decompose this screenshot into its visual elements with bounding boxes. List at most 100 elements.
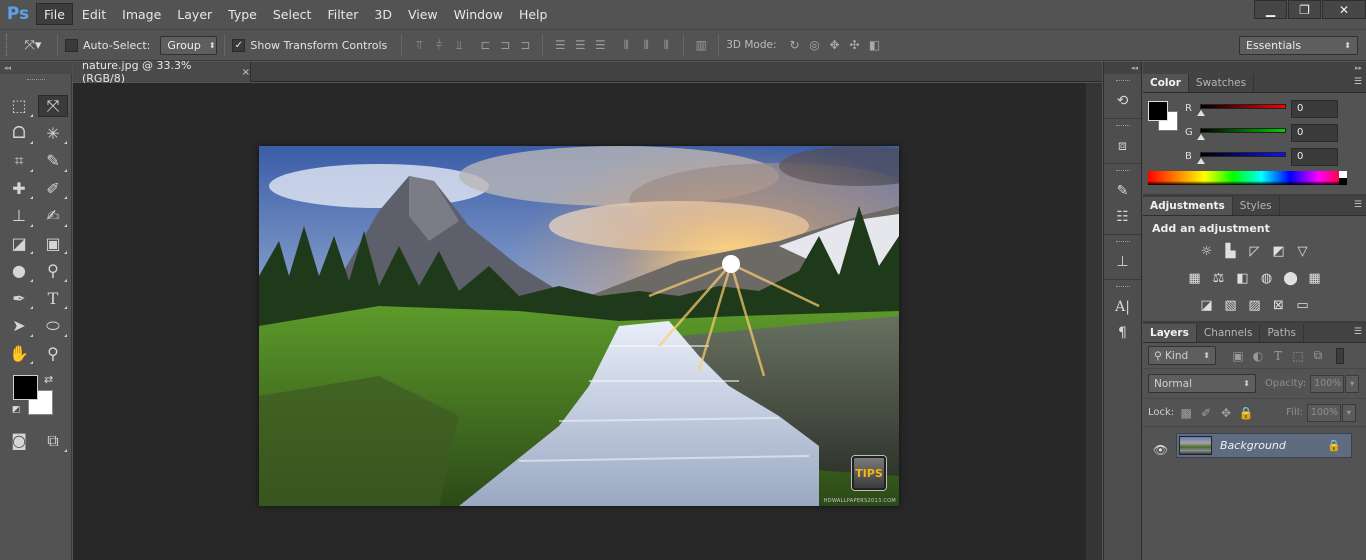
pen-tool-icon[interactable]: ✒ xyxy=(2,285,36,313)
document-tab[interactable]: nature.jpg @ 33.3% (RGB/8) × xyxy=(73,59,251,85)
brush-presets-icon[interactable]: ☷ xyxy=(1104,204,1141,230)
hand-tool-icon[interactable]: ✋ xyxy=(2,340,36,368)
screen-mode-icon[interactable]: ⧉ xyxy=(36,427,70,455)
curves-icon[interactable]: ◸ xyxy=(1243,242,1267,262)
brightness-contrast-icon[interactable]: ☼ xyxy=(1195,242,1219,262)
auto-select-checkbox[interactable] xyxy=(65,38,78,52)
dock-collapse-button[interactable]: ◂◂ xyxy=(1104,62,1141,74)
visibility-eye-icon[interactable]: 👁 xyxy=(1153,443,1168,457)
document-image[interactable]: TIPS HDWALLPAPERS2013.COM xyxy=(259,146,899,506)
show-transform-checkbox[interactable]: ✓ xyxy=(232,38,246,52)
move-tool-icon[interactable]: ⤧ xyxy=(38,94,68,117)
green-slider[interactable] xyxy=(1200,128,1286,133)
channel-mixer-icon[interactable]: ⬤ xyxy=(1279,269,1303,289)
brush-tool-icon[interactable]: ✐ xyxy=(36,175,70,203)
lock-transparent-icon[interactable]: ▩ xyxy=(1176,403,1196,423)
gradient-map-icon[interactable]: ▭ xyxy=(1291,296,1315,316)
clone-source-icon[interactable]: ⊥ xyxy=(1104,249,1141,275)
auto-align-icon[interactable]: ▥ xyxy=(691,35,711,55)
options-grip[interactable] xyxy=(6,34,10,56)
zoom-tool-icon[interactable]: ⚲ xyxy=(36,340,70,368)
healing-brush-tool-icon[interactable]: ✚ xyxy=(2,175,36,203)
green-slider-thumb[interactable] xyxy=(1197,134,1205,140)
color-balance-icon[interactable]: ⚖ xyxy=(1207,269,1231,289)
layer-row-background[interactable]: Background 🔒 xyxy=(1176,433,1352,458)
distribute-hcenter-icon[interactable]: ⫴ xyxy=(636,35,656,55)
tab-styles[interactable]: Styles xyxy=(1233,197,1280,215)
tab-color[interactable]: Color xyxy=(1143,74,1189,92)
3d-panel-icon[interactable]: ⧈ xyxy=(1104,133,1141,159)
fill-input[interactable]: 100% xyxy=(1306,403,1341,422)
distribute-left-icon[interactable]: ⫴ xyxy=(616,35,636,55)
tab-paths[interactable]: Paths xyxy=(1260,324,1304,342)
fill-dropdown-arrow-icon[interactable]: ▾ xyxy=(1341,403,1356,422)
threshold-icon[interactable]: ▨ xyxy=(1243,296,1267,316)
tab-layers[interactable]: Layers xyxy=(1143,324,1197,342)
eraser-tool-icon[interactable]: ◪ xyxy=(2,230,36,258)
distribute-bottom-icon[interactable]: ☰ xyxy=(590,35,610,55)
opacity-input[interactable]: 100% xyxy=(1310,374,1345,393)
quick-mask-icon[interactable]: ◙ xyxy=(2,427,36,455)
align-vcenter-icon[interactable]: ⫩ xyxy=(429,35,449,55)
invert-icon[interactable]: ◪ xyxy=(1195,296,1219,316)
dock-grip[interactable] xyxy=(1115,170,1130,172)
move-tool-preset-icon[interactable]: ⤧▾ xyxy=(16,35,50,55)
path-selection-tool-icon[interactable]: ➤ xyxy=(2,312,36,340)
tab-channels[interactable]: Channels xyxy=(1197,324,1261,342)
menu-help[interactable]: Help xyxy=(512,3,555,25)
workspace-dropdown[interactable]: Essentials ⬍ xyxy=(1239,36,1358,55)
history-panel-icon[interactable]: ⟲ xyxy=(1104,88,1141,114)
ellipse-tool-icon[interactable]: ⬭ xyxy=(36,312,70,340)
close-button[interactable]: ✕ xyxy=(1322,0,1366,19)
hue-saturation-icon[interactable]: ▦ xyxy=(1183,269,1207,289)
color-spectrum[interactable] xyxy=(1148,171,1347,185)
panel-menu-icon[interactable]: ☰ xyxy=(1354,200,1362,210)
align-bottom-icon[interactable]: ⫫ xyxy=(449,35,469,55)
tab-swatches[interactable]: Swatches xyxy=(1189,74,1255,92)
toolbar-grip[interactable] xyxy=(27,79,45,81)
vibrance-icon[interactable]: ▽ xyxy=(1291,242,1315,262)
color-lookup-icon[interactable]: ▦ xyxy=(1303,269,1327,289)
lock-image-icon[interactable]: ✐ xyxy=(1196,403,1216,423)
menu-3d[interactable]: 3D xyxy=(367,3,399,25)
distribute-vcenter-icon[interactable]: ☰ xyxy=(570,35,590,55)
levels-icon[interactable]: ▙ xyxy=(1219,242,1243,262)
blue-slider[interactable] xyxy=(1200,152,1286,157)
dock-grip[interactable] xyxy=(1115,286,1130,288)
default-colors-icon[interactable]: ◩ xyxy=(12,405,21,415)
3d-rotate-icon[interactable]: ↻ xyxy=(785,35,805,55)
filter-shape-icon[interactable]: ⬚ xyxy=(1288,346,1308,366)
black-white-ramp[interactable] xyxy=(1339,171,1347,185)
filter-pixel-icon[interactable]: ▣ xyxy=(1228,346,1248,366)
red-slider[interactable] xyxy=(1200,104,1286,109)
character-panel-icon[interactable]: A| xyxy=(1104,294,1141,320)
filter-type-icon[interactable]: T xyxy=(1268,346,1288,366)
align-left-icon[interactable]: ⊏ xyxy=(475,35,495,55)
menu-edit[interactable]: Edit xyxy=(75,3,113,25)
tab-close-icon[interactable]: × xyxy=(242,67,250,78)
blue-slider-thumb[interactable] xyxy=(1197,158,1205,164)
layer-filter-dropdown[interactable]: ⚲ Kind ⬍ xyxy=(1148,346,1216,365)
green-value-input[interactable]: 0 xyxy=(1291,124,1338,142)
toolbar-collapse-button[interactable]: ◂◂ xyxy=(0,62,72,74)
marquee-tool-icon[interactable]: ⬚ xyxy=(2,92,36,120)
posterize-icon[interactable]: ▧ xyxy=(1219,296,1243,316)
clone-stamp-tool-icon[interactable]: ⊥ xyxy=(2,202,36,230)
eyedropper-tool-icon[interactable]: ✎ xyxy=(36,147,70,175)
lasso-tool-icon[interactable]: ᗝ xyxy=(2,120,36,148)
crop-tool-icon[interactable]: ⌗ xyxy=(2,147,36,175)
history-brush-tool-icon[interactable]: ✍ xyxy=(36,202,70,230)
blue-value-input[interactable]: 0 xyxy=(1291,148,1338,166)
gradient-tool-icon[interactable]: ▣ xyxy=(36,230,70,258)
foreground-color-swatch[interactable] xyxy=(1148,101,1168,121)
minimize-button[interactable]: ▁ xyxy=(1254,0,1287,19)
menu-layer[interactable]: Layer xyxy=(170,3,219,25)
filter-adjustment-icon[interactable]: ◐ xyxy=(1248,346,1268,366)
menu-view[interactable]: View xyxy=(401,3,445,25)
lock-all-icon[interactable]: 🔒 xyxy=(1236,403,1256,423)
dock-grip[interactable] xyxy=(1115,80,1130,82)
panel-menu-icon[interactable]: ☰ xyxy=(1354,77,1362,87)
foreground-color-swatch[interactable] xyxy=(13,375,38,400)
opacity-dropdown-arrow-icon[interactable]: ▾ xyxy=(1345,374,1360,393)
blur-tool-icon[interactable]: ● xyxy=(2,257,36,285)
